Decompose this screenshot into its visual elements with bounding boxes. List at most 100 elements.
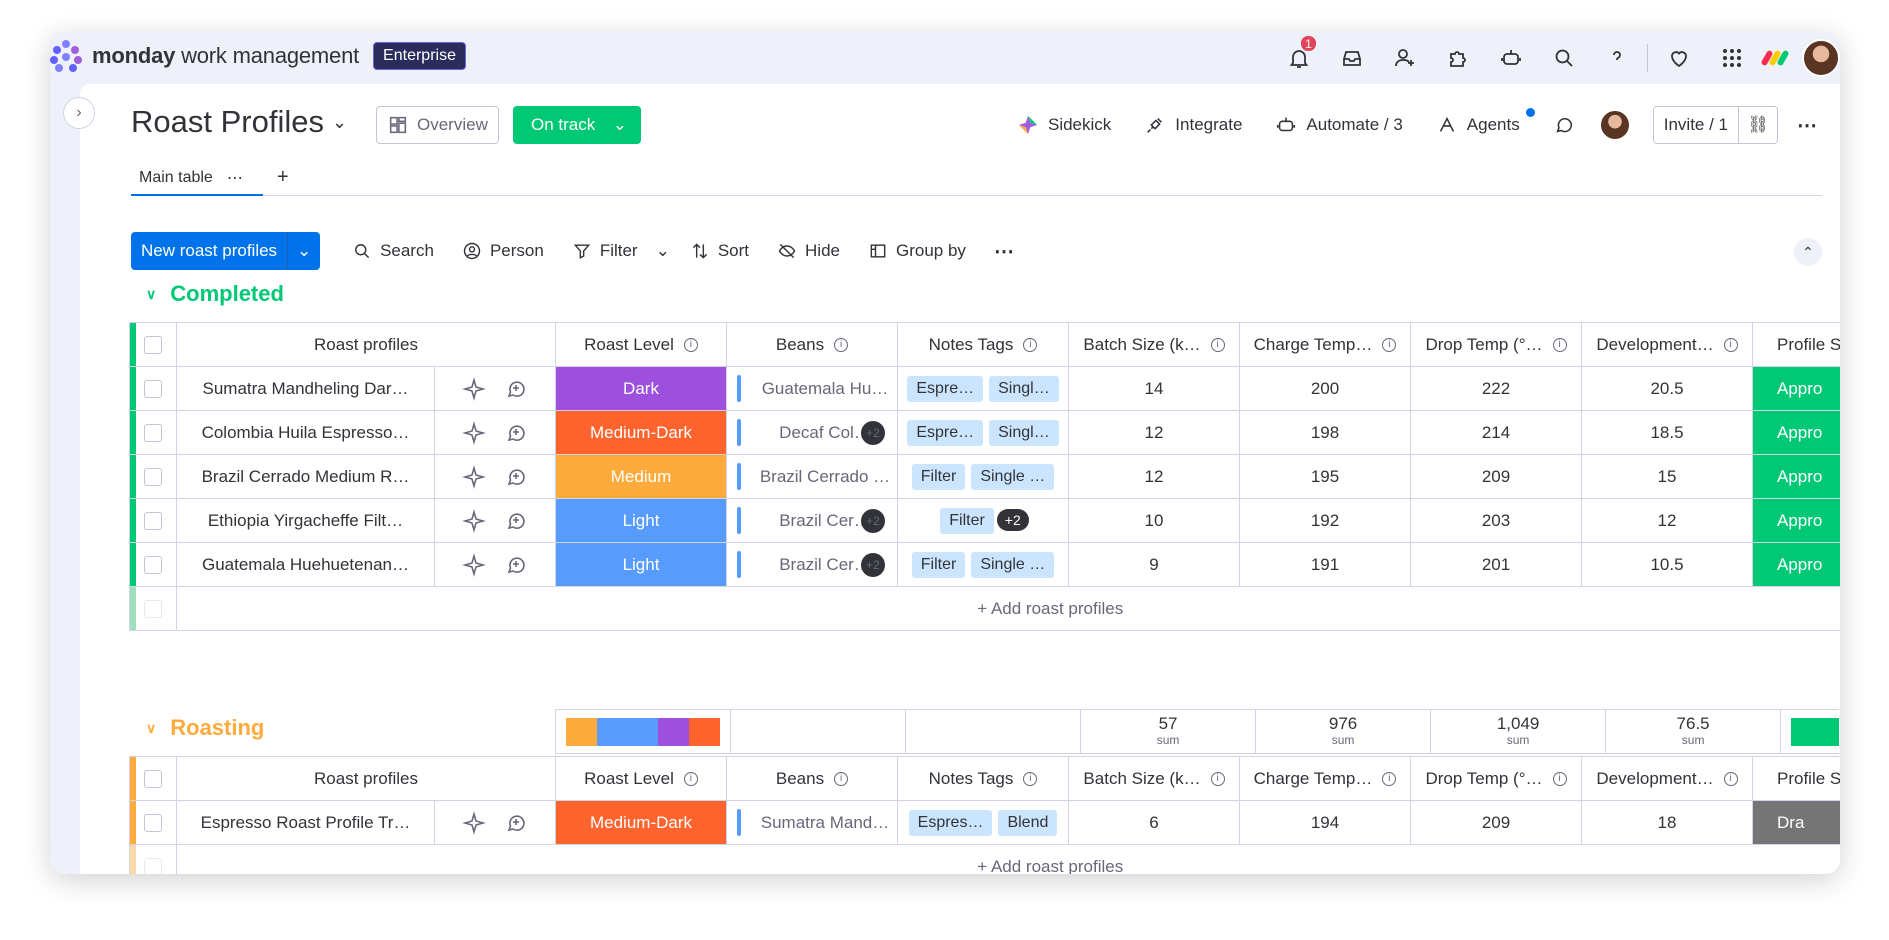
ai-sparkle-icon[interactable] xyxy=(462,464,486,489)
tab-more-icon[interactable]: ⋯ xyxy=(227,168,243,188)
table-row[interactable]: Espresso Roast Profile Tr… Medium-Dark Sum… xyxy=(129,800,1840,845)
beans-cell[interactable]: Guatemala Hu… xyxy=(726,366,898,411)
filter-button[interactable]: Filter ⌄ xyxy=(572,241,670,261)
info-icon[interactable]: i xyxy=(834,338,849,353)
notes-tags-cell[interactable]: Espre… Singl… xyxy=(897,410,1069,455)
info-icon[interactable]: i xyxy=(1723,772,1738,787)
col-header-beans[interactable]: Beans i xyxy=(726,322,898,367)
table-row[interactable]: Ethiopia Yirgacheffe Filt… Light Brazil Ce… xyxy=(129,498,1840,543)
favorites-button[interactable] xyxy=(1652,32,1705,84)
development-cell[interactable]: 18.5 xyxy=(1581,410,1753,455)
tag-chip[interactable]: Espre… xyxy=(907,419,984,446)
group-title-roasting[interactable]: ∨ Roasting xyxy=(146,715,264,741)
roast-level-cell[interactable]: Medium xyxy=(555,454,727,499)
info-icon[interactable]: i xyxy=(1552,338,1567,353)
select-all-checkbox[interactable] xyxy=(144,770,162,789)
charge-temp-cell[interactable]: 194 xyxy=(1239,800,1411,845)
ai-sparkle-icon[interactable] xyxy=(462,552,486,577)
profile-status-cell[interactable]: Dra xyxy=(1752,800,1840,845)
notes-tags-cell[interactable]: Filter Single … xyxy=(897,454,1069,499)
add-update-icon[interactable] xyxy=(504,509,528,533)
tag-chip[interactable]: Filter xyxy=(911,551,966,578)
table-row[interactable]: Sumatra Mandheling Dar… Dark Guatemala Hu…… xyxy=(129,366,1840,411)
hide-button[interactable]: Hide xyxy=(777,241,840,261)
beans-cell[interactable]: Sumatra Mand… xyxy=(726,800,898,845)
col-header-drop-temp[interactable]: Drop Temp (°… i xyxy=(1410,756,1582,801)
drop-temp-cell[interactable]: 203 xyxy=(1410,498,1582,543)
chevron-down-icon[interactable]: ⌄ xyxy=(656,241,670,261)
development-cell[interactable]: 10.5 xyxy=(1581,542,1753,587)
info-icon[interactable]: i xyxy=(1023,772,1038,787)
link-icon[interactable]: ⛓ xyxy=(1739,115,1777,135)
item-name[interactable]: Guatemala Huehuetenan… xyxy=(176,542,435,587)
col-header-name[interactable]: Roast profiles xyxy=(176,322,556,367)
group-title-completed[interactable]: ∨ Completed xyxy=(146,281,284,307)
expand-sidebar-button[interactable]: › xyxy=(63,97,95,129)
info-icon[interactable]: i xyxy=(683,772,698,787)
info-icon[interactable]: i xyxy=(834,772,849,787)
col-header-charge-temp[interactable]: Charge Temp… i xyxy=(1239,322,1411,367)
apps-button[interactable] xyxy=(1431,32,1484,84)
row-checkbox[interactable] xyxy=(144,380,162,399)
chevron-down-icon[interactable]: ∨ xyxy=(146,720,156,737)
ai-assistant-button[interactable] xyxy=(1484,32,1537,84)
drop-temp-cell[interactable]: 209 xyxy=(1410,800,1582,845)
user-avatar[interactable] xyxy=(1802,39,1840,77)
more-beans-badge[interactable]: +2 xyxy=(861,553,885,577)
info-icon[interactable]: i xyxy=(1723,338,1738,353)
batch-size-cell[interactable]: 12 xyxy=(1068,410,1240,455)
more-options-icon[interactable]: ⋯ xyxy=(1792,113,1822,138)
batch-size-cell[interactable]: 6 xyxy=(1068,800,1240,845)
beans-cell[interactable]: Brazil Cer… +2 xyxy=(726,542,898,587)
col-header-batch-size[interactable]: Batch Size (k… i xyxy=(1068,756,1240,801)
development-cell[interactable]: 20.5 xyxy=(1581,366,1753,411)
info-icon[interactable]: i xyxy=(1552,772,1567,787)
profile-status-cell[interactable]: Appro xyxy=(1752,454,1840,499)
tag-chip[interactable]: Single … xyxy=(971,551,1055,578)
col-header-name[interactable]: Roast profiles xyxy=(176,756,556,801)
search-button[interactable]: Search xyxy=(352,241,434,261)
more-tags-badge[interactable]: +2 xyxy=(996,508,1029,531)
profile-status-cell[interactable]: Appro xyxy=(1752,542,1840,587)
notes-tags-cell[interactable]: Filter +2 xyxy=(897,498,1069,543)
add-update-icon[interactable] xyxy=(504,421,528,445)
row-checkbox[interactable] xyxy=(144,424,162,443)
add-update-icon[interactable] xyxy=(504,811,528,835)
drop-temp-cell[interactable]: 214 xyxy=(1410,410,1582,455)
tag-chip[interactable]: Espres… xyxy=(908,809,993,836)
notes-tags-cell[interactable]: Filter Single … xyxy=(897,542,1069,587)
select-all-checkbox[interactable] xyxy=(144,336,162,355)
product-switcher-button[interactable] xyxy=(1705,32,1758,84)
col-header-development[interactable]: Development… i xyxy=(1581,322,1753,367)
beans-cell[interactable]: Brazil Cer… +2 xyxy=(726,498,898,543)
updates-button[interactable] xyxy=(1553,114,1575,136)
ai-sparkle-icon[interactable] xyxy=(462,376,486,401)
charge-temp-cell[interactable]: 200 xyxy=(1239,366,1411,411)
batch-size-cell[interactable]: 14 xyxy=(1068,366,1240,411)
beans-cell[interactable]: Brazil Cerrado … xyxy=(726,454,898,499)
info-icon[interactable]: i xyxy=(1382,338,1397,353)
select-all-cell[interactable] xyxy=(129,756,177,801)
tag-chip[interactable]: Espre… xyxy=(907,375,984,402)
charge-temp-cell[interactable]: 198 xyxy=(1239,410,1411,455)
add-item-button[interactable]: + Add roast profiles xyxy=(176,844,1840,874)
development-cell[interactable]: 15 xyxy=(1581,454,1753,499)
drop-temp-cell[interactable]: 201 xyxy=(1410,542,1582,587)
person-filter-button[interactable]: Person xyxy=(462,241,544,261)
col-header-drop-temp[interactable]: Drop Temp (°… i xyxy=(1410,322,1582,367)
ai-sparkle-icon[interactable] xyxy=(462,508,486,533)
notes-tags-cell[interactable]: Espre… Singl… xyxy=(897,366,1069,411)
profile-status-cell[interactable]: Appro xyxy=(1752,410,1840,455)
row-checkbox[interactable] xyxy=(144,556,162,575)
app-logo[interactable]: monday work management Enterprise xyxy=(50,40,466,72)
charge-temp-cell[interactable]: 195 xyxy=(1239,454,1411,499)
add-update-icon[interactable] xyxy=(504,553,528,577)
col-header-roast-level[interactable]: Roast Level i xyxy=(555,756,727,801)
roast-level-cell[interactable]: Medium-Dark xyxy=(555,410,727,455)
roast-level-cell[interactable]: Light xyxy=(555,498,727,543)
info-icon[interactable]: i xyxy=(1210,772,1225,787)
ai-sparkle-icon[interactable] xyxy=(462,810,486,835)
table-row[interactable]: Colombia Huila Espresso… Medium-Dark Decaf… xyxy=(129,410,1840,455)
more-toolbar-icon[interactable]: ⋯ xyxy=(994,239,1014,264)
beans-cell[interactable]: Decaf Col… +2 xyxy=(726,410,898,455)
